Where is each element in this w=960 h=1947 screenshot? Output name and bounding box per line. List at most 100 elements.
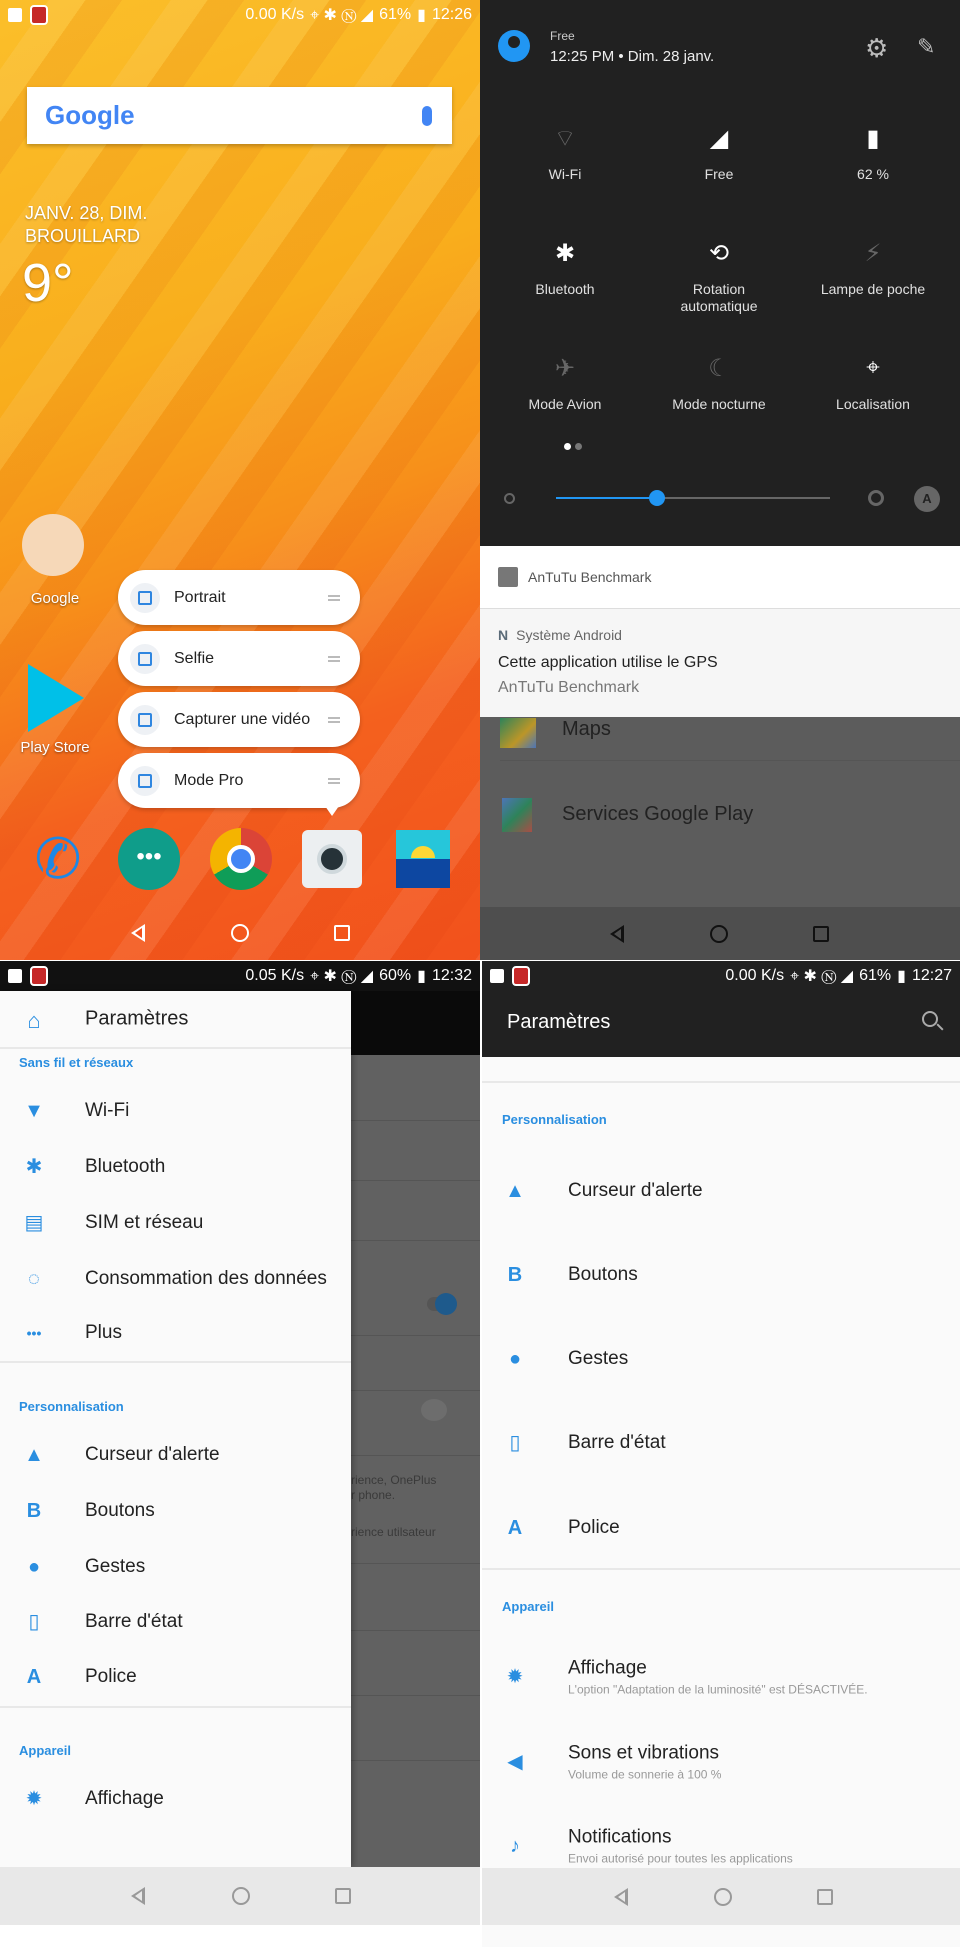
section-header: Appareil — [502, 1599, 555, 1614]
page-dot[interactable] — [575, 443, 582, 450]
toggle-off[interactable] — [421, 1399, 447, 1421]
tile-label: Rotation automatique — [680, 281, 758, 314]
drawer-header[interactable]: ⌂ Paramètres — [0, 991, 351, 1047]
drag-handle-icon[interactable] — [328, 716, 340, 723]
gear-icon[interactable]: ⚙ — [865, 33, 888, 64]
recents-button[interactable] — [335, 1888, 351, 1904]
tile-mode-avion[interactable]: ✈ Mode Avion — [490, 354, 640, 413]
back-button[interactable] — [131, 924, 145, 942]
home-button[interactable] — [231, 924, 249, 942]
home-button[interactable] — [232, 1887, 250, 1905]
page-dot-active[interactable] — [564, 443, 571, 450]
settings-item-police[interactable]: A Police — [482, 1488, 960, 1568]
notifications-icon: ♪ — [510, 1835, 520, 1857]
settings-item-label: Police — [568, 1517, 620, 1538]
gallery-icon[interactable] — [396, 830, 450, 888]
recents-button[interactable] — [334, 925, 350, 941]
google-search-bar[interactable]: Google — [27, 87, 452, 144]
avatar[interactable] — [498, 30, 530, 62]
drag-handle-icon[interactable] — [328, 655, 340, 662]
battery-icon: ▮ — [866, 124, 880, 152]
play-store-icon[interactable] — [28, 664, 84, 732]
settings-item-boutons[interactable]: B Boutons — [482, 1235, 960, 1315]
notification-gps[interactable]: N Système Android Cette application utili… — [480, 609, 960, 717]
shortcut-selfie[interactable]: Selfie — [118, 631, 360, 686]
shortcut-portrait[interactable]: Portrait — [118, 570, 360, 625]
buttons-icon: B — [507, 1264, 523, 1286]
divider — [0, 1706, 351, 1708]
status-bar: 0.00 K/s ⌖ ✱ Ⓝ ◢ 61% ▮ 12:26 — [0, 0, 480, 30]
notification-text: AnTuTu Benchmark — [498, 679, 640, 696]
settings-item-sons-et-vibrations[interactable]: ◀ Sons et vibrations Volume de sonnerie à … — [482, 1722, 960, 1802]
shortcut-icon — [130, 643, 160, 674]
tile-wi-fi[interactable]: ⌔ Wi-Fi — [490, 124, 640, 183]
sound-icon: ◀ — [507, 1751, 523, 1773]
recents-button[interactable] — [817, 1888, 833, 1905]
settings-item-gestes[interactable]: ● Gestes — [482, 1319, 960, 1399]
toggle-on[interactable] — [435, 1293, 457, 1315]
tile-rotation-automatique[interactable]: ⟲ Rotation automatique — [644, 239, 794, 315]
shortcut-label: Portrait — [174, 588, 226, 606]
drawer-item-boutons[interactable]: B Boutons — [0, 1486, 351, 1536]
drag-handle-icon[interactable] — [328, 594, 340, 601]
camera-icon[interactable] — [302, 830, 362, 888]
dimmed-background[interactable]: rience, OnePlus r phone. rience utilsate… — [351, 1055, 480, 1867]
brightness-slider[interactable] — [556, 490, 830, 506]
drawer-item-label: Police — [85, 1666, 137, 1687]
back-button[interactable] — [131, 1887, 145, 1905]
chrome-icon[interactable] — [210, 828, 272, 890]
buttons-icon: B — [26, 1500, 42, 1522]
tile-bluetooth[interactable]: ✱ Bluetooth — [490, 239, 640, 298]
settings-item-label: Sons et vibrations — [568, 1742, 720, 1764]
drawer-item-bluetooth[interactable]: ✱ Bluetooth — [0, 1142, 351, 1192]
drawer-item-gestes[interactable]: ● Gestes — [0, 1542, 351, 1592]
home-button[interactable] — [714, 1887, 732, 1906]
tile-localisation[interactable]: ⌖ Localisation — [798, 354, 948, 413]
drawer-item-affichage[interactable]: ✹ Affichage — [0, 1774, 351, 1824]
drawer-item-wi-fi[interactable]: ▼ Wi-Fi — [0, 1086, 351, 1136]
settings-item-barre-d-etat[interactable]: ▯ Barre d'état — [482, 1403, 960, 1483]
auto-brightness-icon[interactable]: A — [914, 486, 940, 512]
drawer-item-consommation-des-donnees[interactable]: ◌ Consommation des données — [0, 1254, 351, 1304]
drawer-item-curseur-d-alerte[interactable]: ▲ Curseur d'alerte — [0, 1430, 351, 1480]
notification-antutu[interactable]: AnTuTu Benchmark — [480, 546, 960, 609]
quick-settings-screen: Free 12:25 PM • Dim. 28 janv. ⚙ ✎ ⌔ Wi-Fi… — [480, 0, 960, 960]
date-time: 12:25 PM • Dim. 28 janv. — [550, 48, 715, 65]
recents-button[interactable] — [813, 925, 829, 942]
shortcut-icon — [130, 582, 160, 613]
drawer-item-barre-d-etat[interactable]: ▯ Barre d'état — [0, 1597, 351, 1647]
shortcut-icon — [130, 704, 160, 735]
tile-lampe-de-poche[interactable]: ⚡ Lampe de poche — [798, 239, 948, 298]
shortcut-mode-pro[interactable]: Mode Pro — [118, 753, 360, 808]
back-button[interactable] — [610, 924, 624, 943]
divider — [0, 1361, 351, 1363]
clock: 12:32 — [431, 967, 472, 984]
back-button[interactable] — [614, 1887, 628, 1906]
tile-mode-nocturne[interactable]: ☾ Mode nocturne — [644, 354, 794, 413]
net-speed: 0.00 K/s — [245, 6, 305, 23]
settings-item-text: Gestes — [568, 1348, 628, 1370]
brightness-thumb[interactable] — [649, 490, 666, 506]
drawer-item-plus[interactable]: ••• Plus — [0, 1308, 351, 1358]
display-icon: ✹ — [25, 1788, 43, 1810]
drawer-item-sim-et-reseau[interactable]: ▤ SIM et réseau — [0, 1198, 351, 1248]
hangouts-icon[interactable]: ••• — [118, 828, 180, 890]
tile-62[interactable]: ▮ 62 % — [798, 124, 948, 183]
signal-3g-icon: ◢ — [709, 124, 729, 152]
home-button[interactable] — [710, 924, 728, 943]
settings-item-label: Boutons — [568, 1264, 638, 1285]
drawer-item-police[interactable]: A Police — [0, 1652, 351, 1702]
drag-handle-icon[interactable] — [328, 777, 340, 784]
home-screen: 0.00 K/s ⌖ ✱ Ⓝ ◢ 61% ▮ 12:26 Google JANV. 28… — [0, 0, 480, 960]
divider — [0, 1047, 351, 1049]
search-icon[interactable] — [922, 1011, 944, 1031]
google-folder-icon[interactable] — [22, 514, 84, 576]
settings-item-affichage[interactable]: ✹ Affichage L'option "Adaptation de la lum… — [482, 1637, 960, 1717]
drawer-item-label: Barre d'état — [85, 1611, 183, 1632]
phone-icon[interactable]: ✆ — [27, 828, 89, 890]
settings-item-curseur-d-alerte[interactable]: ▲ Curseur d'alerte — [482, 1151, 960, 1231]
tile-free[interactable]: ◢ Free — [644, 124, 794, 183]
edit-icon[interactable]: ✎ — [917, 34, 935, 60]
mic-icon[interactable] — [422, 105, 432, 126]
shortcut-capturer-une-video[interactable]: Capturer une vidéo — [118, 692, 360, 747]
